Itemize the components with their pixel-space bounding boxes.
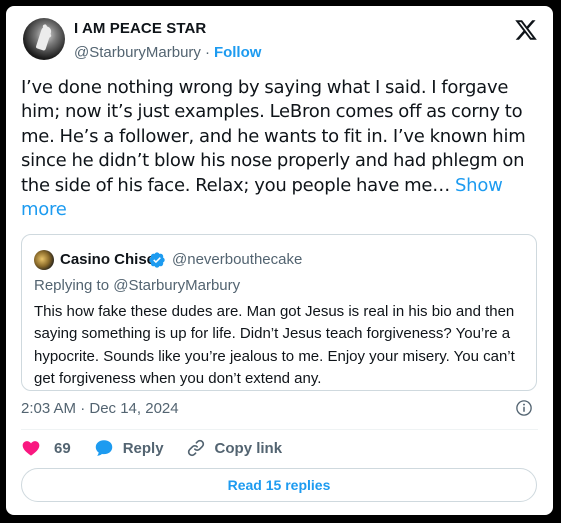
copy-link-button[interactable]: Copy link (186, 438, 283, 458)
copy-link-label: Copy link (214, 439, 283, 457)
tweet-text: I’ve done nothing wrong by saying what I… (21, 77, 526, 196)
author-display-name[interactable]: I AM PEACE STAR (74, 20, 206, 37)
post-timestamp[interactable]: 2:03 AM · Dec 14, 2024 (21, 400, 179, 417)
author-handle-row: @StarburyMarbury · Follow (74, 44, 261, 61)
like-count: 69 (54, 439, 71, 457)
author-avatar[interactable] (23, 18, 65, 60)
quoted-post[interactable]: Casino Chise @neverbouthecake Replying t… (21, 234, 537, 391)
speech-bubble-icon (95, 440, 112, 456)
x-logo-icon[interactable] (514, 18, 538, 42)
replying-to-line: Replying to @StarburyMarbury (34, 277, 241, 294)
read-replies-button[interactable]: Read 15 replies (21, 468, 537, 502)
quoted-author-handle: @neverbouthecake (172, 251, 303, 268)
actions-divider (21, 429, 538, 430)
quoted-author-name: Casino Chise (60, 251, 156, 268)
link-icon (187, 439, 204, 457)
reply-label: Reply (122, 439, 164, 457)
reply-button[interactable]: Reply (93, 437, 164, 459)
quoted-author-avatar (34, 250, 54, 270)
verified-badge-icon (149, 252, 165, 268)
action-bar: 69 Reply Copy link (21, 436, 282, 460)
author-handle[interactable]: @StarburyMarbury (74, 44, 201, 61)
handle-separator: · (204, 44, 210, 61)
info-icon[interactable] (515, 399, 533, 417)
post-card: I AM PEACE STAR @StarburyMarbury · Follow … (6, 6, 553, 515)
heart-icon (22, 441, 40, 456)
tweet-text-block: I’ve done nothing wrong by saying what I… (21, 76, 538, 222)
quoted-post-text: This how fake these dudes are. Man got J… (34, 303, 515, 388)
like-button[interactable]: 69 (21, 438, 71, 458)
follow-button[interactable]: Follow (214, 44, 262, 61)
